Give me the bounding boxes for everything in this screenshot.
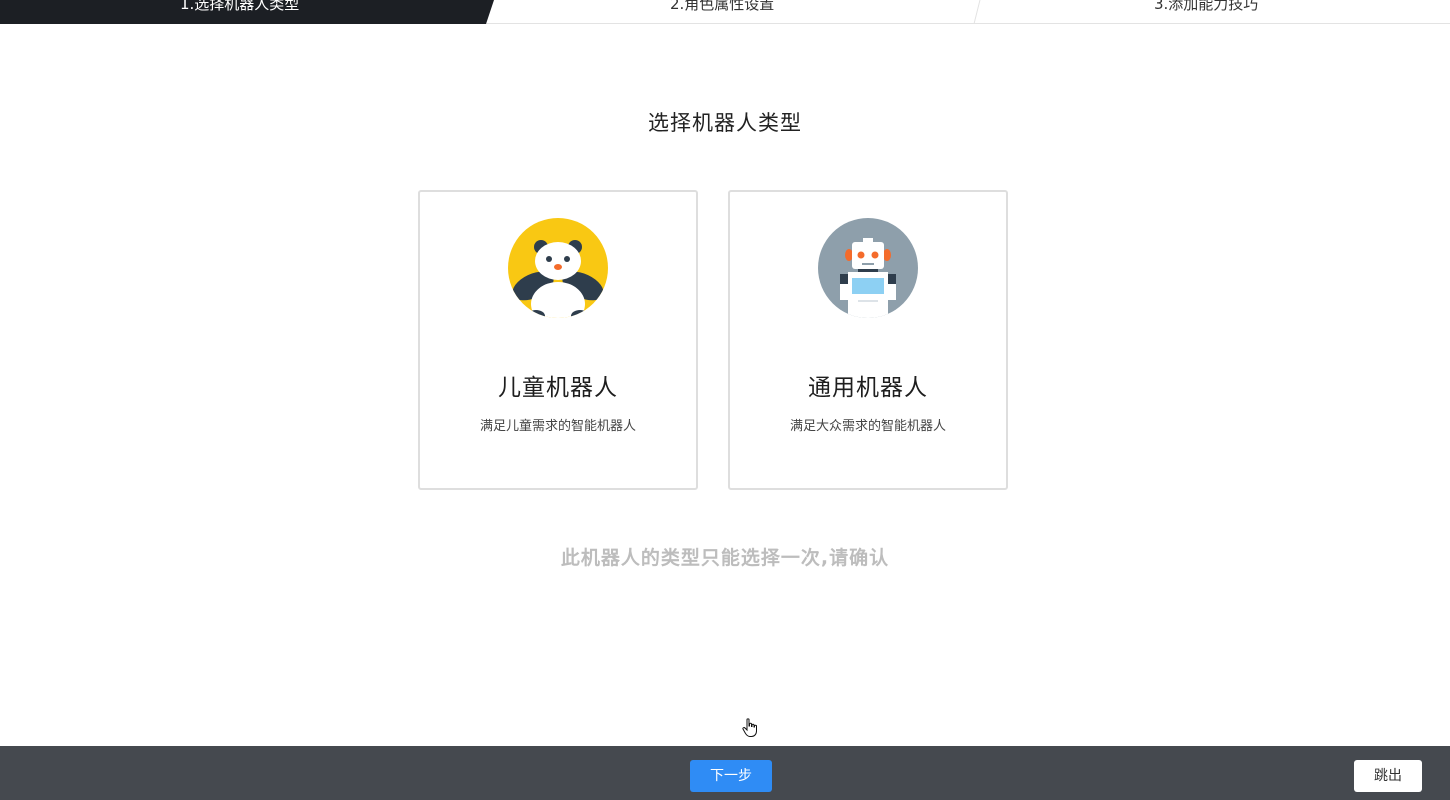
skip-button[interactable]: 跳出	[1354, 760, 1422, 792]
progress-stepper: 1.选择机器人类型 2.角色属性设置 3.添加能力技巧	[0, 0, 1450, 24]
hand-pointer-icon	[742, 718, 760, 738]
next-step-button[interactable]: 下一步	[690, 760, 772, 792]
footer-bar: 下一步 跳出	[0, 746, 1450, 800]
page-title: 选择机器人类型	[648, 111, 802, 135]
robot-icon	[818, 218, 918, 318]
step-role-settings[interactable]: 2.角色属性设置	[670, 0, 774, 18]
general-robot-description: 满足大众需求的智能机器人	[789, 419, 946, 434]
type-selection-notice: 此机器人的类型只能选择一次,请确认	[560, 547, 890, 569]
kids-robot-title: 儿童机器人	[498, 375, 618, 401]
general-robot-card[interactable]: 通用机器人 满足大众需求的智能机器人	[728, 190, 1008, 490]
kids-robot-card[interactable]: 儿童机器人 满足儿童需求的智能机器人	[418, 190, 698, 490]
step-select-robot-type[interactable]: 1.选择机器人类型	[180, 0, 299, 18]
general-robot-title: 通用机器人	[808, 375, 928, 401]
step-add-skills[interactable]: 3.添加能力技巧	[1154, 0, 1258, 18]
kids-robot-description: 满足儿童需求的智能机器人	[479, 419, 636, 434]
panda-icon	[508, 218, 608, 318]
